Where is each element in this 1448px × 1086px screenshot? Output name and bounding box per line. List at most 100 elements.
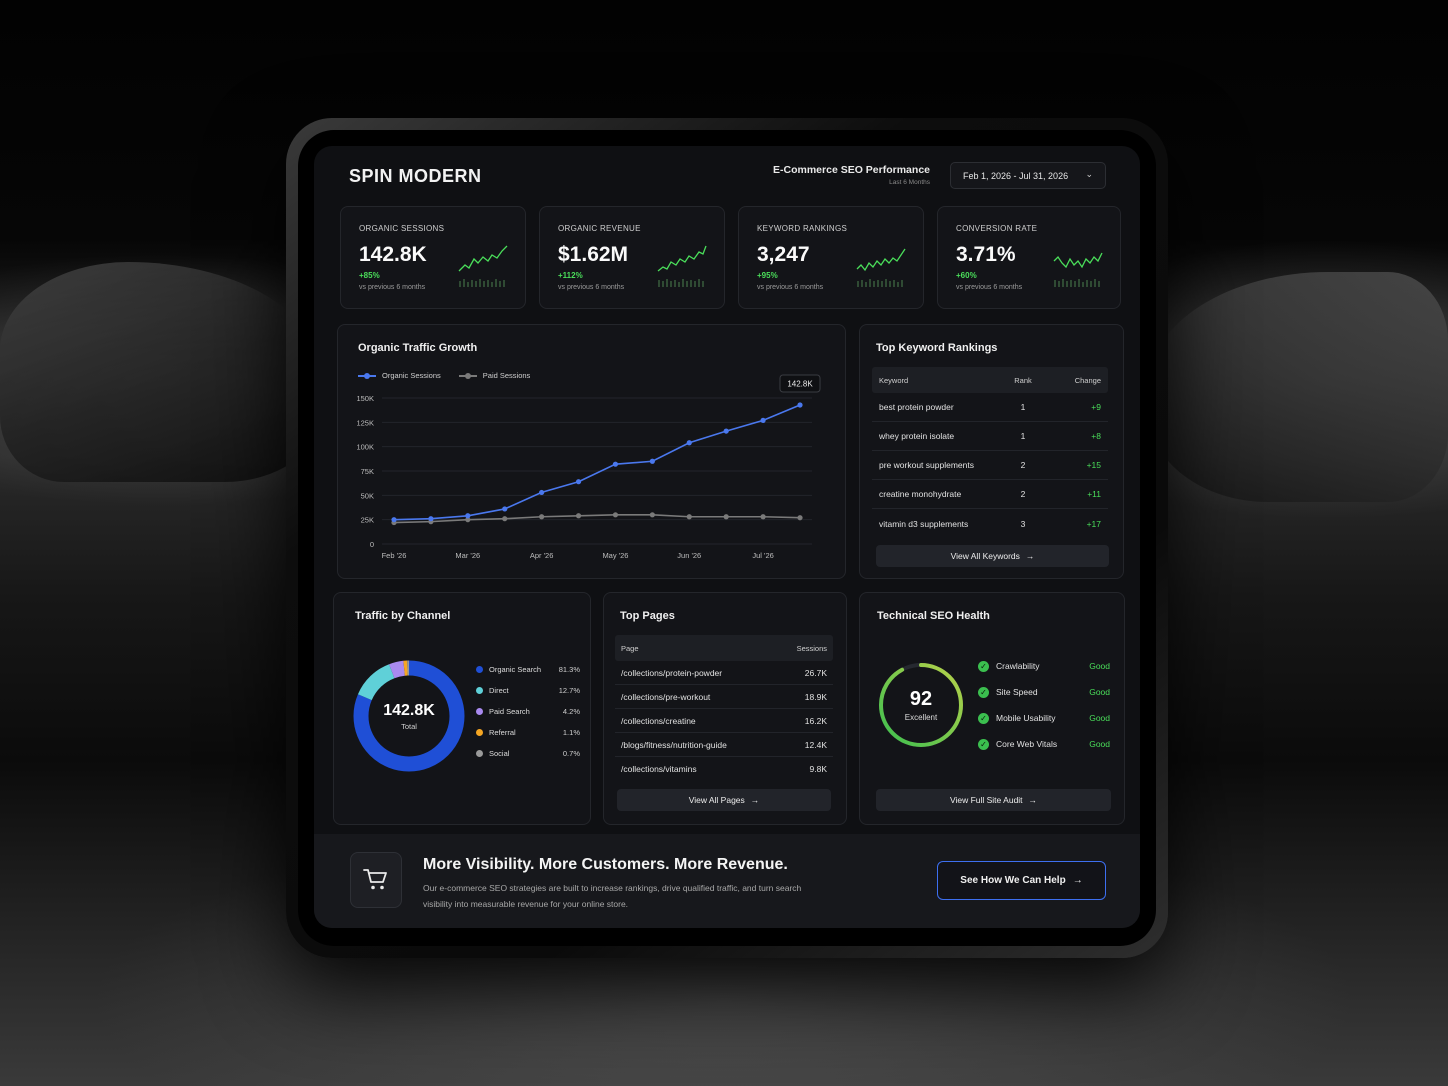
channel-name: Referral bbox=[489, 728, 516, 737]
keyword-cell: pre workout supplements bbox=[879, 460, 974, 470]
y-tick-label: 25K bbox=[361, 516, 374, 525]
table-row[interactable]: /blogs/fitness/nutrition-guide 12.4K bbox=[615, 733, 833, 757]
kpi-change: +112% bbox=[558, 271, 583, 280]
button-label: View All Keywords bbox=[950, 551, 1020, 561]
data-point bbox=[760, 417, 766, 423]
view-all-pages-button[interactable]: View All Pages → bbox=[617, 789, 831, 811]
top-keywords-card: Top Keyword Rankings Keyword Rank Change… bbox=[859, 324, 1124, 579]
kpi-note: vs previous 6 months bbox=[956, 284, 1023, 291]
kpi-value: 3.71% bbox=[956, 243, 1016, 266]
table-row[interactable]: /collections/protein-powder 26.7K bbox=[615, 661, 833, 685]
channel-name: Social bbox=[489, 749, 510, 758]
x-tick-label: Jul '26 bbox=[752, 551, 773, 560]
tablet-bezel: SPIN MODERN E-Commerce SEO Performance L… bbox=[298, 130, 1156, 946]
arrow-right-icon: → bbox=[1072, 875, 1083, 886]
table-row[interactable]: best protein powder 1 +9 bbox=[872, 393, 1108, 422]
col-sessions: Sessions bbox=[796, 643, 827, 653]
channel-pct: 0.7% bbox=[562, 749, 580, 758]
y-tick-label: 125K bbox=[356, 418, 374, 427]
y-tick-label: 75K bbox=[361, 467, 374, 476]
health-score: 92 Excellent bbox=[877, 661, 965, 749]
data-point bbox=[686, 514, 692, 520]
kpi-card-organic-sessions[interactable]: ORGANIC SESSIONS 142.8K +85% vs previous… bbox=[340, 206, 526, 309]
kpi-change: +95% bbox=[757, 271, 778, 280]
health-item-name: Mobile Usability bbox=[996, 713, 1056, 723]
col-keyword: Keyword bbox=[879, 375, 909, 385]
data-point bbox=[612, 461, 619, 467]
data-point bbox=[539, 514, 545, 520]
kpi-value: 3,247 bbox=[757, 243, 810, 266]
cart-glyph bbox=[363, 869, 387, 890]
channel-item[interactable]: Referral 1.1% bbox=[476, 722, 580, 743]
change-cell: +9 bbox=[1091, 402, 1101, 412]
kpi-note: vs previous 6 months bbox=[359, 284, 426, 291]
channel-dot bbox=[476, 729, 483, 736]
see-how-we-can-help-button[interactable]: See How We Can Help → bbox=[937, 861, 1106, 900]
traffic-line-chart[interactable]: 150K 125K 100K 75K 50K 25K 0 Feb '26 Mar '26 Apr … bbox=[338, 325, 847, 580]
report-heading: E-Commerce SEO Performance Last 6 Months bbox=[773, 164, 930, 186]
sessions-cell: 9.8K bbox=[809, 764, 828, 774]
report-title: E-Commerce SEO Performance bbox=[773, 164, 930, 176]
top-bar: SPIN MODERN E-Commerce SEO Performance L… bbox=[314, 146, 1140, 208]
health-checklist: ✓ Crawlability Good ✓ Site Speed Good ✓ Mobil… bbox=[978, 653, 1110, 757]
channel-name: Organic Search bbox=[489, 665, 542, 674]
view-all-keywords-button[interactable]: View All Keywords → bbox=[876, 545, 1109, 567]
donut-total: 142.8K bbox=[383, 701, 435, 719]
promo-banner: More Visibility. More Customers. More Re… bbox=[314, 834, 1140, 928]
view-full-site-audit-button[interactable]: View Full Site Audit → bbox=[876, 789, 1111, 811]
table-row[interactable]: /collections/creatine 16.2K bbox=[615, 709, 833, 733]
table-row[interactable]: /collections/vitamins 9.8K bbox=[615, 757, 833, 781]
data-point bbox=[797, 515, 803, 521]
rank-cell: 1 bbox=[1020, 431, 1026, 441]
channel-item[interactable]: Social 0.7% bbox=[476, 743, 580, 764]
data-point bbox=[649, 458, 655, 464]
channel-dot bbox=[476, 666, 483, 673]
channel-item[interactable]: Organic Search 81.3% bbox=[476, 659, 580, 680]
card-title: Top Pages bbox=[620, 610, 675, 622]
sessions-cell: 26.7K bbox=[804, 667, 827, 678]
organic-traffic-card: Organic Traffic Growth Organic Sessions … bbox=[337, 324, 846, 579]
table-row[interactable]: /collections/pre-workout 18.9K bbox=[615, 685, 833, 709]
data-point bbox=[575, 479, 582, 485]
change-cell: +15 bbox=[1086, 460, 1101, 470]
kpi-note: vs previous 6 months bbox=[558, 284, 625, 291]
table-row[interactable]: vitamin d3 supplements 3 +17 bbox=[872, 509, 1108, 538]
table-row[interactable]: whey protein isolate 1 +8 bbox=[872, 422, 1108, 451]
channel-item[interactable]: Paid Search 4.2% bbox=[476, 701, 580, 722]
y-tick-label: 50K bbox=[361, 491, 374, 500]
kpi-label: ORGANIC SESSIONS bbox=[359, 224, 445, 233]
card-title: Technical SEO Health bbox=[877, 610, 990, 622]
sessions-cell: 16.2K bbox=[804, 715, 827, 726]
data-point bbox=[649, 512, 655, 518]
x-tick-label: May '26 bbox=[602, 551, 628, 560]
kpi-change: +85% bbox=[359, 271, 380, 280]
date-range-picker[interactable]: Feb 1, 2026 - Jul 31, 2026 ⌄ bbox=[950, 162, 1106, 189]
sparkline-icon bbox=[657, 245, 707, 287]
table-row[interactable]: pre workout supplements 2 +15 bbox=[872, 451, 1108, 480]
kpi-change: +60% bbox=[956, 271, 977, 280]
kpi-card-conversion-rate[interactable]: CONVERSION RATE 3.71% +60% vs previous 6… bbox=[937, 206, 1121, 309]
health-item: ✓ Crawlability Good bbox=[978, 653, 1110, 679]
series-line-paid bbox=[393, 514, 801, 524]
channel-dot bbox=[476, 750, 483, 757]
channel-pct: 1.1% bbox=[562, 728, 580, 737]
health-item-status: Good bbox=[1089, 661, 1110, 671]
change-cell: +8 bbox=[1091, 431, 1101, 441]
kpi-card-organic-revenue[interactable]: ORGANIC REVENUE $1.62M +112% vs previous… bbox=[539, 206, 725, 309]
keywords-table: Keyword Rank Change best protein powder 1… bbox=[872, 367, 1108, 538]
report-subtitle: Last 6 Months bbox=[889, 179, 930, 186]
col-change: Change bbox=[1074, 375, 1101, 385]
page-cell: /collections/pre-workout bbox=[621, 691, 711, 702]
table-row[interactable]: creatine monohydrate 2 +11 bbox=[872, 480, 1108, 509]
data-point bbox=[539, 489, 545, 496]
table-header: Keyword Rank Change bbox=[872, 367, 1108, 393]
card-title: Top Keyword Rankings bbox=[876, 342, 998, 354]
x-tick-label: Mar '26 bbox=[455, 551, 480, 560]
sessions-cell: 12.4K bbox=[804, 739, 827, 750]
health-item-status: Good bbox=[1089, 739, 1110, 749]
page-cell: /collections/creatine bbox=[621, 715, 696, 726]
keyword-cell: best protein powder bbox=[879, 402, 954, 412]
health-item-name: Crawlability bbox=[996, 661, 1040, 671]
channel-item[interactable]: Direct 12.7% bbox=[476, 680, 580, 701]
kpi-card-keyword-rankings[interactable]: KEYWORD RANKINGS 3,247 +95% vs previous … bbox=[738, 206, 924, 309]
